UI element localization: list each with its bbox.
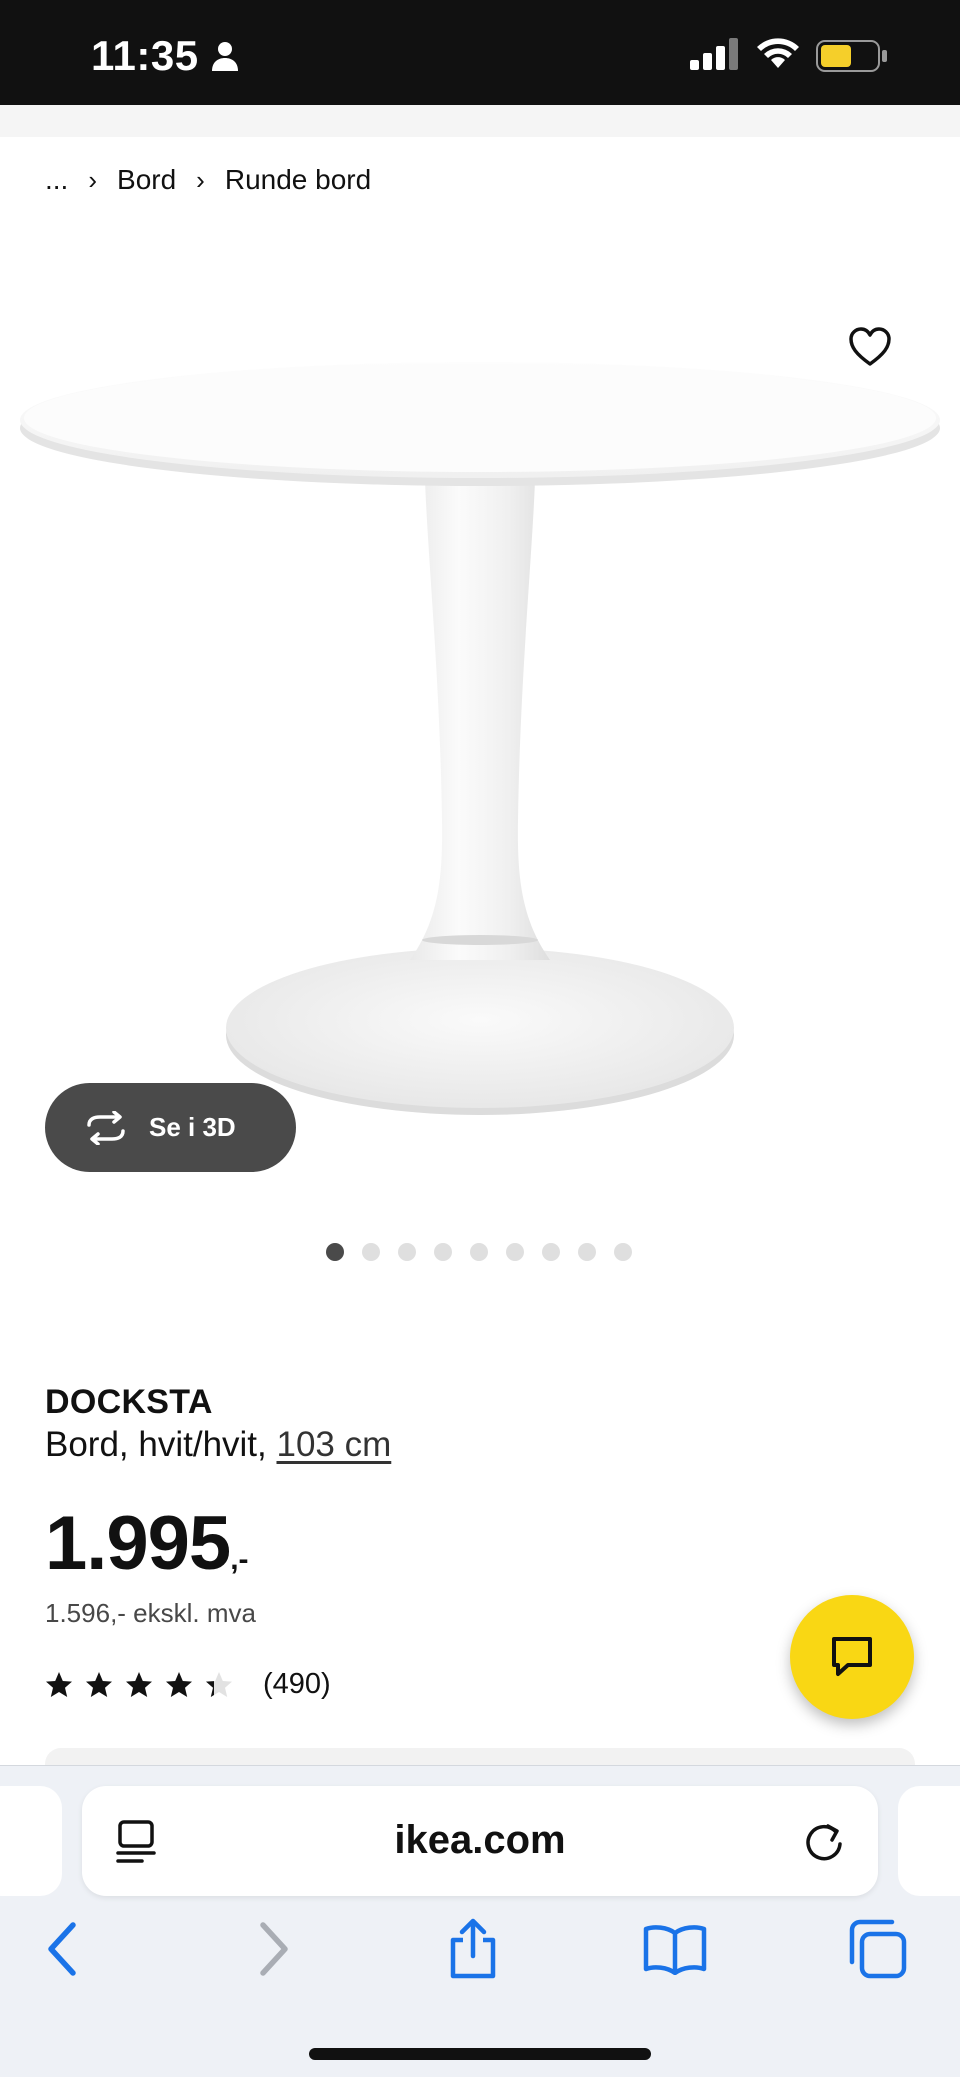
share-icon xyxy=(450,1918,496,1979)
home-indicator xyxy=(309,2048,651,2060)
breadcrumb-ellipsis[interactable]: ... xyxy=(45,164,68,196)
next-tab-peek[interactable] xyxy=(898,1786,960,1896)
star-full-icon xyxy=(46,1671,72,1697)
heart-icon xyxy=(849,327,891,366)
battery-icon xyxy=(816,40,888,77)
chat-icon xyxy=(832,1637,872,1676)
star-full-icon xyxy=(166,1671,192,1697)
star-full-icon xyxy=(86,1671,112,1697)
tabs-icon xyxy=(849,1919,907,1979)
size-link[interactable]: 103 cm xyxy=(276,1425,391,1464)
chevron-right-icon: › xyxy=(88,164,98,195)
status-bar: 11:35 xyxy=(0,0,960,105)
carousel-dot[interactable] xyxy=(434,1243,452,1261)
product-price: 1.995 ,- xyxy=(45,1500,249,1587)
bookmarks-button[interactable] xyxy=(640,1914,710,1984)
chat-button[interactable] xyxy=(790,1595,914,1719)
image-carousel-dots xyxy=(326,1243,650,1261)
see-in-3d-label: Se i 3D xyxy=(149,1112,236,1142)
carousel-dot[interactable] xyxy=(470,1243,488,1261)
carousel-dot[interactable] xyxy=(542,1243,560,1261)
price-value: 1.995 xyxy=(45,1501,231,1586)
carousel-dot[interactable] xyxy=(398,1243,416,1261)
status-time: 11:35 xyxy=(91,32,199,79)
product-description-text: Bord, hvit/hvit, xyxy=(45,1425,277,1464)
product-name: DOCKSTA xyxy=(45,1383,213,1421)
url-text: ikea.com xyxy=(394,1818,566,1862)
bookmarks-icon xyxy=(643,1925,707,1975)
product-description: Bord, hvit/hvit, 103 cm xyxy=(45,1425,391,1465)
carousel-dot[interactable] xyxy=(614,1243,632,1261)
address-bar[interactable]: ikea.com xyxy=(82,1786,878,1896)
product-rating[interactable]: (490) xyxy=(45,1668,331,1701)
favorite-button[interactable] xyxy=(845,322,895,372)
page-top-gap xyxy=(0,105,960,137)
back-icon xyxy=(48,1922,76,1976)
person-icon xyxy=(210,40,240,77)
carousel-dot[interactable] xyxy=(506,1243,524,1261)
breadcrumb-runde-bord[interactable]: Runde bord xyxy=(225,164,371,196)
review-count: (490) xyxy=(263,1668,331,1700)
forward-icon xyxy=(260,1922,288,1976)
browser-toolbar: ikea.com xyxy=(0,1765,960,2077)
chevron-right-icon: › xyxy=(196,164,205,195)
forward-button[interactable] xyxy=(238,1914,308,1984)
wifi-icon xyxy=(755,36,801,75)
see-in-3d-button[interactable]: Se i 3D xyxy=(45,1083,296,1172)
star-full-icon xyxy=(126,1671,152,1697)
star-half-icon xyxy=(206,1671,232,1697)
breadcrumb: ... › Bord › Runde bord xyxy=(45,164,371,196)
price-excl-vat: 1.596,- ekskl. mva xyxy=(45,1598,256,1628)
carousel-dot[interactable] xyxy=(326,1243,344,1261)
price-suffix: ,- xyxy=(230,1543,249,1576)
carousel-dot[interactable] xyxy=(362,1243,380,1261)
carousel-dot[interactable] xyxy=(578,1243,596,1261)
signal-icon xyxy=(690,38,740,75)
back-button[interactable] xyxy=(28,1914,98,1984)
product-image[interactable] xyxy=(0,300,960,1140)
breadcrumb-bord[interactable]: Bord xyxy=(117,164,176,196)
tabs-button[interactable] xyxy=(842,1914,912,1984)
previous-tab-peek[interactable] xyxy=(0,1786,62,1896)
rotate-3d-icon xyxy=(87,1110,125,1145)
share-button[interactable] xyxy=(438,1914,508,1984)
reload-icon[interactable] xyxy=(802,1818,846,1869)
